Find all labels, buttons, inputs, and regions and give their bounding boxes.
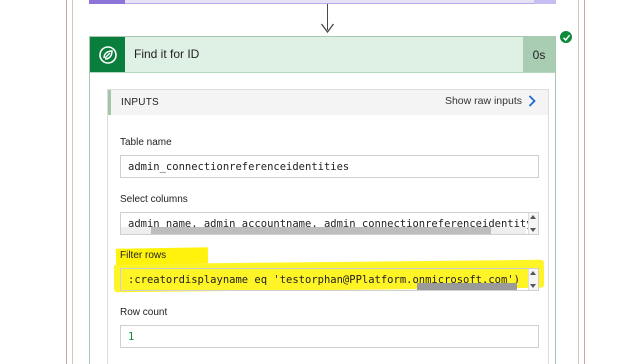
chevron-right-icon [528, 95, 536, 107]
arrow-down-icon [320, 23, 335, 34]
action-title: Find it for ID [134, 47, 200, 61]
scroll-down-icon[interactable] [530, 228, 536, 232]
previous-action-icon [89, 0, 125, 4]
horizontal-scrollbar[interactable] [121, 227, 526, 234]
show-raw-inputs-link[interactable]: Show raw inputs [445, 95, 536, 107]
scope-border-right [584, 0, 585, 364]
scroll-up-icon[interactable] [530, 271, 536, 275]
scope-border-left [66, 0, 67, 364]
scroll-up-icon[interactable] [530, 215, 536, 219]
select-columns-label: Select columns [120, 194, 188, 205]
vertical-scrollbar[interactable] [528, 269, 538, 290]
row-count-field[interactable]: 1 [120, 325, 539, 348]
previous-action-card[interactable] [89, 0, 556, 4]
action-card-header[interactable]: Find it for ID 0s [90, 37, 555, 73]
filter-rows-field[interactable]: :creatordisplayname eq 'testorphan@PPlat… [120, 268, 539, 291]
filter-rows-label: Filter rows [120, 250, 167, 261]
show-raw-inputs-label: Show raw inputs [444, 95, 522, 107]
inputs-title: INPUTS [121, 97, 159, 108]
scrollbar-thumb[interactable] [151, 227, 491, 234]
row-count-label: Row count [120, 307, 168, 318]
vertical-scrollbar[interactable] [528, 213, 538, 234]
scrollbar-thumb[interactable] [417, 283, 517, 290]
select-columns-field[interactable]: admin_name, admin_accountname, admin_con… [120, 212, 539, 235]
inputs-header: INPUTS Show raw inputs [108, 90, 548, 115]
horizontal-scrollbar[interactable] [121, 283, 526, 290]
scope-border-right-inner [578, 0, 579, 364]
table-name-field[interactable]: admin_connectionreferenceidentities [120, 155, 539, 178]
action-duration: 0s [523, 37, 555, 72]
flow-run-canvas: Find it for ID 0s INPUTS Show raw inputs… [0, 0, 620, 364]
previous-action-duration [534, 0, 556, 4]
dataverse-icon [90, 37, 125, 72]
success-check-icon [559, 30, 573, 44]
table-name-label: Table name [120, 137, 172, 148]
scope-border-left-inner [72, 0, 73, 364]
scroll-down-icon[interactable] [530, 284, 536, 288]
